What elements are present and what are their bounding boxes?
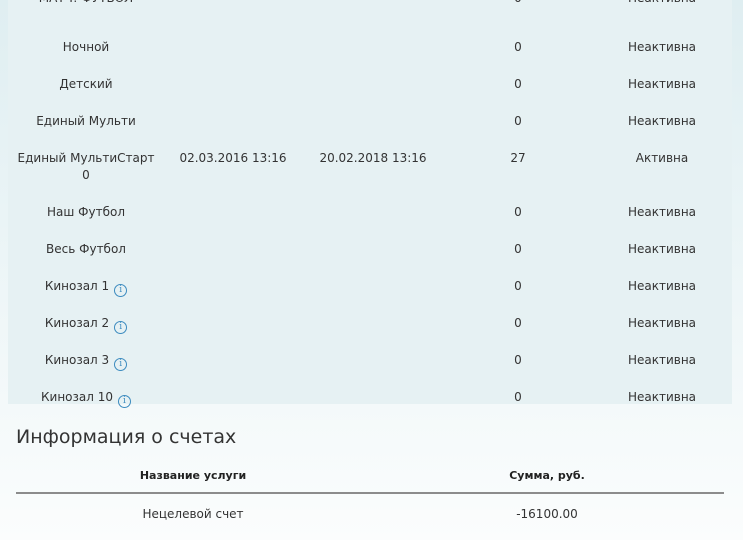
service-name: Единый МультиСтарт 0 xyxy=(8,139,164,193)
service-end xyxy=(302,341,444,378)
service-start xyxy=(164,28,302,65)
info-icon[interactable]: i xyxy=(114,321,128,334)
service-status: Неактивна xyxy=(627,316,697,330)
service-count: 27 xyxy=(510,151,526,165)
accounts-row: Нецелевой счет -16100.00 xyxy=(16,493,724,534)
service-name: Ночной xyxy=(8,28,164,65)
service-count: 0 xyxy=(514,390,522,404)
service-name: Детский xyxy=(8,65,164,102)
service-name: Наш Футбол xyxy=(8,193,164,230)
service-row: Ночной 0 Неактивна xyxy=(8,28,732,65)
service-name: Кинозал 3 i xyxy=(8,341,164,378)
service-row: Наш Футбол 0 Неактивна xyxy=(8,193,732,230)
service-end xyxy=(302,193,444,230)
service-status: Неактивна xyxy=(592,0,732,18)
service-status: Неактивна xyxy=(627,242,697,256)
service-name: Единый Мульти xyxy=(8,102,164,139)
service-start xyxy=(164,102,302,139)
service-name-label: Наш Футбол xyxy=(46,205,125,219)
info-icon[interactable]: i xyxy=(114,358,128,371)
accounts-header-name: Название услуги xyxy=(16,458,370,494)
accounts-header-sum: Сумма, руб. xyxy=(370,458,724,494)
service-status: Неактивна xyxy=(627,40,697,54)
service-row: МАТЧ! ФУТБОЛ 0Неактивна xyxy=(8,0,732,28)
service-status: Неактивна xyxy=(627,279,697,293)
service-name-label: Детский xyxy=(59,77,113,91)
service-name-label: МАТЧ! ФУТБОЛ xyxy=(39,0,133,5)
service-status: Активна xyxy=(635,151,689,165)
account-name: Нецелевой счет xyxy=(142,507,244,521)
service-name: МАТЧ! ФУТБОЛ xyxy=(8,0,164,18)
service-start xyxy=(164,304,302,341)
service-row: Весь Футбол 0 Неактивна xyxy=(8,230,732,267)
service-count: 0 xyxy=(444,0,592,18)
service-status: Неактивна xyxy=(627,114,697,128)
service-status: Неактивна xyxy=(627,390,697,404)
service-count: 0 xyxy=(514,114,522,128)
service-name: Весь Футбол xyxy=(8,230,164,267)
service-end xyxy=(302,102,444,139)
service-end xyxy=(302,304,444,341)
service-end xyxy=(302,65,444,102)
service-row: Кинозал 3 i 0 Неактивна xyxy=(8,341,732,378)
service-start xyxy=(164,230,302,267)
service-start xyxy=(164,378,302,415)
service-name: Кинозал 10 i xyxy=(8,378,164,415)
service-start: 02.03.2016 13:16 xyxy=(179,151,287,165)
info-icon[interactable]: i xyxy=(114,284,128,297)
service-start xyxy=(164,267,302,304)
accounts-title: Информация о счетах xyxy=(16,426,237,448)
service-start xyxy=(164,193,302,230)
service-count: 0 xyxy=(514,353,522,367)
service-row: Единый Мульти 0 Неактивна xyxy=(8,102,732,139)
service-name-label: Кинозал 10 xyxy=(41,390,113,404)
service-name-label: Кинозал 1 xyxy=(44,279,110,293)
service-name: Кинозал 1 i xyxy=(8,267,164,304)
service-row: Кинозал 10 i 0 Неактивна xyxy=(8,378,732,415)
service-name-label: Единый МультиСтарт xyxy=(17,151,155,165)
service-row: Кинозал 2 i 0 Неактивна xyxy=(8,304,732,341)
service-name-label: Весь Футбол xyxy=(46,242,126,256)
service-end xyxy=(302,267,444,304)
info-icon[interactable]: i xyxy=(118,395,131,408)
accounts-table: Название услуги Сумма, руб. Нецелевой сч… xyxy=(16,458,724,534)
service-name-extra: 0 xyxy=(82,168,90,182)
service-name-label: Кинозал 3 xyxy=(44,353,110,367)
service-count: 0 xyxy=(514,242,522,256)
service-row: Детский 0 Неактивна xyxy=(8,65,732,102)
accounts-header-row: Название услуги Сумма, руб. xyxy=(16,458,724,494)
service-start xyxy=(164,65,302,102)
service-name-label: Ночной xyxy=(62,40,110,54)
service-count: 0 xyxy=(514,40,522,54)
service-row: Кинозал 1 i 0 Неактивна xyxy=(8,267,732,304)
service-row: Единый МультиСтарт 0 02.03.2016 13:16 20.02… xyxy=(8,139,732,193)
service-name: Кинозал 2 i xyxy=(8,304,164,341)
service-count: 0 xyxy=(514,205,522,219)
account-sum: -16100.00 xyxy=(516,507,578,521)
service-start xyxy=(164,0,302,18)
service-count: 0 xyxy=(514,316,522,330)
services-table: МАТЧ! ФУТБОЛ0НеактивнаНочной0НеактивнаДе… xyxy=(8,0,732,415)
service-count: 0 xyxy=(514,279,522,293)
service-end xyxy=(302,28,444,65)
service-name-label: Единый Мульти xyxy=(36,114,136,128)
service-end xyxy=(302,230,444,267)
service-status: Неактивна xyxy=(627,77,697,91)
service-end: 20.02.2018 13:16 xyxy=(319,151,427,165)
service-name-label: Кинозал 2 xyxy=(44,316,110,330)
service-status: Неактивна xyxy=(627,205,697,219)
service-start xyxy=(164,341,302,378)
service-status: Неактивна xyxy=(627,353,697,367)
services-body: МАТЧ! ФУТБОЛ0НеактивнаНочной0НеактивнаДе… xyxy=(8,0,732,415)
service-end xyxy=(302,378,444,415)
service-count: 0 xyxy=(514,77,522,91)
service-end xyxy=(302,0,444,18)
